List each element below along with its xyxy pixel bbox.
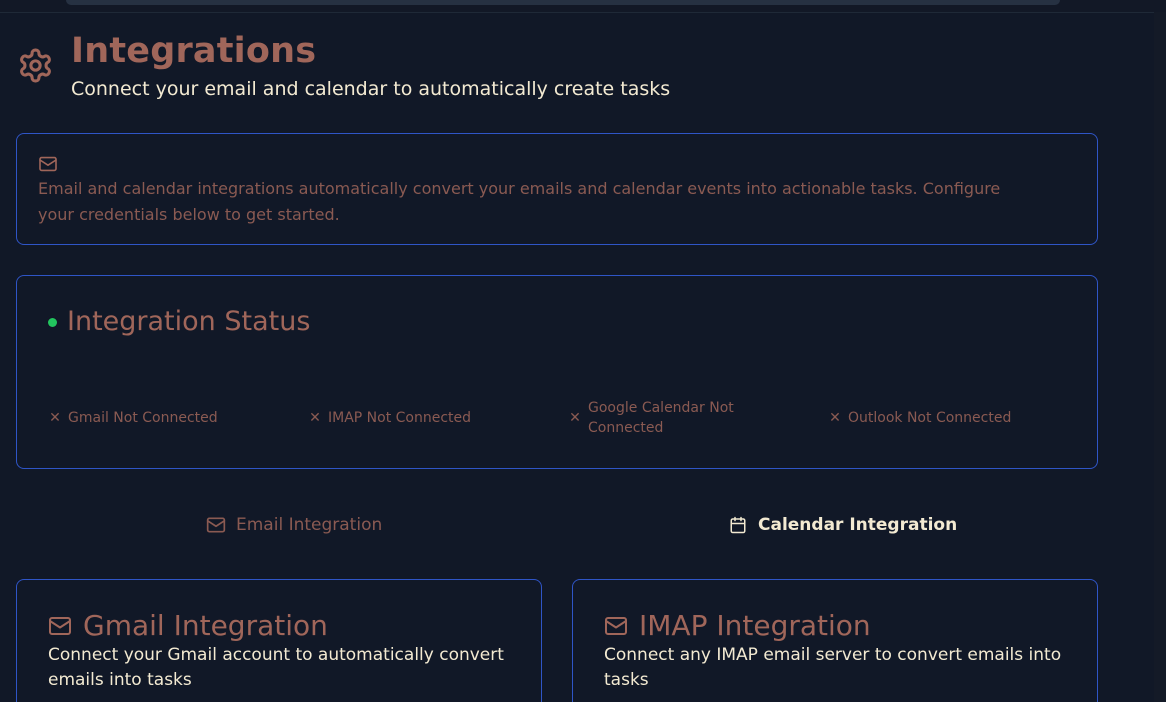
info-text: Email and calendar integrations automati…: [38, 179, 1001, 224]
page-subtitle: Connect your email and calendar to autom…: [71, 78, 671, 100]
x-icon: ✕: [829, 410, 841, 426]
mail-icon: [39, 156, 57, 172]
mail-icon: [206, 517, 226, 533]
imap-integration-title: IMAP Integration: [604, 609, 871, 642]
status-label: Outlook Not Connected: [848, 410, 1012, 426]
integration-status-card: Integration Status ✕ Gmail Not Connected…: [16, 275, 1098, 469]
tab-email-integration[interactable]: Email Integration: [206, 515, 382, 535]
status-item-gmail: ✕ Gmail Not Connected: [49, 408, 218, 428]
status-title: Integration Status: [67, 306, 311, 337]
top-input-field[interactable]: [66, 0, 1060, 5]
imap-integration-card: IMAP Integration Connect any IMAP email …: [572, 579, 1098, 702]
status-label: IMAP Not Connected: [328, 410, 472, 426]
gmail-integration-title: Gmail Integration: [48, 609, 328, 642]
mail-icon: [605, 616, 627, 635]
gmail-integration-card: Gmail Integration Connect your Gmail acc…: [16, 579, 542, 702]
tab-calendar-integration[interactable]: Calendar Integration: [728, 515, 957, 535]
imap-integration-description: Connect any IMAP email server to convert…: [604, 645, 1062, 690]
status-indicator-dot: [48, 318, 57, 327]
top-bar: [0, 0, 1166, 13]
scrollbar[interactable]: [1154, 12, 1166, 702]
status-label: Google Calendar Not Connected: [588, 400, 734, 436]
integrations-page: Integrations Connect your email and cale…: [0, 0, 1166, 702]
gmail-integration-description: Connect your Gmail account to automatica…: [48, 645, 504, 690]
info-card: Email and calendar integrations automati…: [16, 133, 1098, 245]
gear-icon: [20, 48, 51, 83]
status-label: Gmail Not Connected: [68, 410, 218, 426]
mail-icon: [49, 616, 71, 635]
status-item-outlook: ✕ Outlook Not Connected: [829, 408, 1011, 428]
x-icon: ✕: [569, 410, 581, 426]
page-title: Integrations: [71, 31, 317, 71]
status-item-imap: ✕ IMAP Not Connected: [309, 408, 471, 428]
tab-label: Email Integration: [236, 515, 383, 535]
status-item-google-calendar: ✕ Google Calendar Not Connected: [569, 398, 759, 438]
x-icon: ✕: [49, 410, 61, 426]
calendar-icon: [730, 516, 746, 534]
x-icon: ✕: [309, 410, 321, 426]
tab-label: Calendar Integration: [758, 515, 958, 535]
card-title-text: Gmail Integration: [83, 609, 328, 642]
card-title-text: IMAP Integration: [639, 609, 871, 642]
